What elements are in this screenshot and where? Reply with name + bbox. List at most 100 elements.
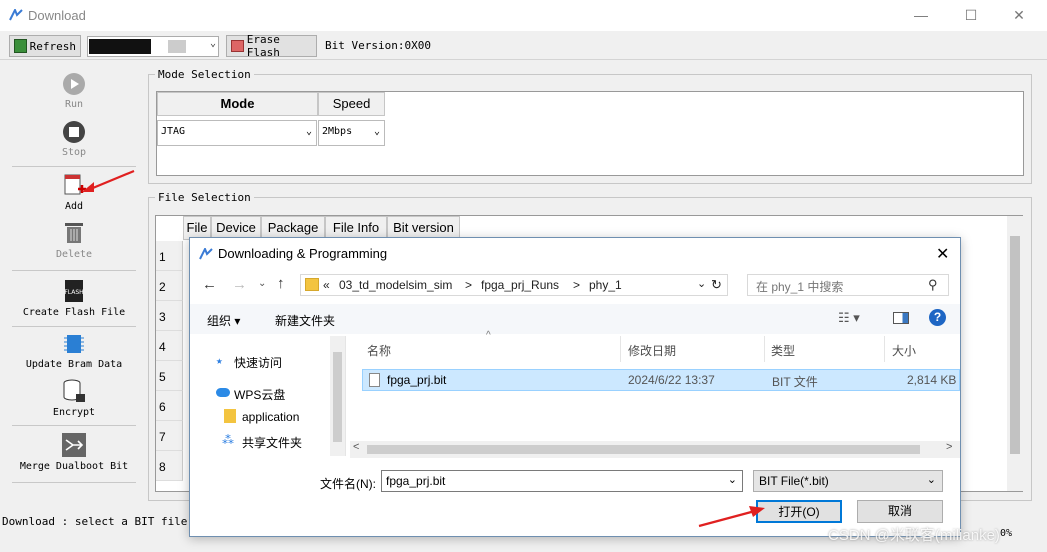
up-arrow-icon[interactable]: ↑ xyxy=(277,275,285,292)
status-text: Download : select a BIT file in xyxy=(2,515,208,528)
stop-icon xyxy=(63,121,85,143)
search-input[interactable]: 在 phy_1 中搜索 ⚲ xyxy=(747,274,949,296)
play-icon xyxy=(63,73,85,95)
row-header: 1 xyxy=(156,241,183,271)
mode-column-header: Mode xyxy=(157,92,318,116)
separator xyxy=(12,166,136,167)
ram-chip-icon xyxy=(64,335,84,353)
breadcrumb-item[interactable]: fpga_prj_Runs xyxy=(481,278,559,292)
erase-icon xyxy=(231,40,244,52)
new-folder-button[interactable]: 新建文件夹 xyxy=(275,312,335,329)
column-divider xyxy=(764,336,765,362)
scroll-left-icon[interactable]: < xyxy=(353,441,359,453)
column-divider xyxy=(884,336,885,362)
erase-flash-button[interactable]: Erase Flash xyxy=(226,33,317,59)
recent-chevron-icon[interactable]: ⌄ xyxy=(258,278,266,289)
close-button[interactable]: ✕ xyxy=(1003,4,1035,26)
separator xyxy=(12,482,136,483)
breadcrumb-item[interactable]: phy_1 xyxy=(589,278,622,292)
column-size[interactable]: 大小 xyxy=(892,342,916,359)
organize-menu[interactable]: 组织 ▾ xyxy=(207,312,240,329)
address-bar[interactable]: « 03_td_modelsim_sim > fpga_prj_Runs > p… xyxy=(300,274,728,296)
row-header: 4 xyxy=(156,331,183,361)
column-name[interactable]: 名称 xyxy=(367,342,391,359)
refresh-icon xyxy=(14,39,27,53)
redacted-port xyxy=(89,39,151,54)
star-icon: ★ xyxy=(216,354,223,367)
row-header: 3 xyxy=(156,301,183,331)
file-row[interactable]: fpga_prj.bit 2024/6/22 13:37 BIT 文件 2,81… xyxy=(362,369,960,391)
refresh-icon[interactable]: ↻ xyxy=(711,277,722,293)
scrollbar-thumb[interactable] xyxy=(1010,236,1020,454)
nav-quick-access[interactable]: 快速访问 xyxy=(234,354,282,371)
row-header: 2 xyxy=(156,271,183,301)
update-bram-button[interactable]: Update Bram Data xyxy=(12,332,136,370)
annotation-arrow xyxy=(82,169,135,192)
forward-arrow-icon[interactable]: → xyxy=(232,276,247,293)
breadcrumb-overflow[interactable]: « xyxy=(323,278,330,292)
filename-input[interactable]: fpga_prj.bit ⌄ xyxy=(381,470,743,492)
maximize-button[interactable]: ☐ xyxy=(955,4,987,26)
open-button[interactable]: 打开(O) xyxy=(756,500,842,523)
view-options-icon[interactable]: ☷ ▾ xyxy=(838,310,860,326)
merge-dualboot-button[interactable]: Merge Dualboot Bit xyxy=(12,432,136,472)
nav-scrollbar[interactable] xyxy=(330,336,345,456)
nav-wps-cloud[interactable]: WPS云盘 xyxy=(234,386,285,403)
sort-up-icon: ^ xyxy=(486,330,491,341)
vertical-scrollbar[interactable] xyxy=(1007,216,1023,491)
delete-button[interactable]: Delete xyxy=(12,220,136,260)
breadcrumb-separator: > xyxy=(465,278,473,292)
refresh-button[interactable]: Refresh xyxy=(9,35,81,57)
chevron-down-icon: ⌄ xyxy=(305,126,312,137)
file-selection-title: File Selection xyxy=(155,191,254,204)
file-type: BIT 文件 xyxy=(772,375,818,389)
merge-icon xyxy=(62,433,86,457)
encrypt-button[interactable]: Encrypt xyxy=(12,378,136,418)
title-bar: Download — ☐ ✕ xyxy=(0,0,1047,31)
separator xyxy=(12,326,136,327)
minimize-button[interactable]: — xyxy=(905,4,937,26)
breadcrumb-separator: > xyxy=(573,278,581,292)
redacted-port-suffix xyxy=(168,40,186,53)
speed-column-header: Speed xyxy=(318,92,385,116)
annotation-arrow xyxy=(698,506,765,528)
app-logo-icon xyxy=(199,248,213,260)
cloud-icon xyxy=(216,388,230,397)
dialog-close-icon[interactable]: ✕ xyxy=(936,244,949,264)
bit-version-label: Bit Version:0X00 xyxy=(325,39,431,52)
row-header: 6 xyxy=(156,391,183,421)
nav-shared-folder[interactable]: 共享文件夹 xyxy=(242,434,302,451)
cancel-button[interactable]: 取消 xyxy=(857,500,943,523)
mode-selection-title: Mode Selection xyxy=(155,68,254,81)
scrollbar-thumb[interactable] xyxy=(333,352,342,442)
open-file-dialog: Downloading & Programming ✕ ← → ⌄ ↑ « 03… xyxy=(189,237,961,537)
database-lock-icon xyxy=(63,379,85,402)
folder-icon xyxy=(224,409,236,423)
watermark: CSDN @米联客(milianke) xyxy=(828,527,1000,544)
scrollbar-thumb[interactable] xyxy=(367,445,920,454)
nav-application[interactable]: application xyxy=(242,410,299,424)
column-type[interactable]: 类型 xyxy=(771,342,795,359)
back-arrow-icon[interactable]: ← xyxy=(202,276,217,293)
column-divider xyxy=(620,336,621,362)
help-icon[interactable]: ? xyxy=(929,309,946,326)
breadcrumb-item[interactable]: 03_td_modelsim_sim xyxy=(339,278,452,292)
file-icon xyxy=(369,373,380,387)
speed-select[interactable]: 2Mbps ⌄ xyxy=(318,120,385,146)
port-select[interactable]: ⌄ xyxy=(87,36,219,57)
horizontal-scrollbar[interactable]: < > xyxy=(350,441,960,458)
column-date[interactable]: 修改日期 xyxy=(628,342,676,359)
filetype-select[interactable]: BIT File(*.bit) ⌄ xyxy=(753,470,943,492)
mode-select[interactable]: JTAG ⌄ xyxy=(157,120,317,146)
stop-button[interactable]: Stop xyxy=(12,120,136,158)
separator xyxy=(12,270,136,271)
chevron-down-icon: ⌄ xyxy=(209,38,216,49)
run-button[interactable]: Run xyxy=(12,72,136,110)
file-date: 2024/6/22 13:37 xyxy=(628,373,715,387)
scroll-right-icon[interactable]: > xyxy=(946,441,952,453)
preview-pane-icon[interactable] xyxy=(893,312,909,324)
create-flash-file-button[interactable]: FLASH Create Flash File xyxy=(12,278,136,318)
chevron-down-icon: ⌄ xyxy=(373,126,380,137)
chevron-down-icon[interactable]: ⌄ xyxy=(697,277,706,290)
chevron-down-icon: ⌄ xyxy=(926,474,936,486)
